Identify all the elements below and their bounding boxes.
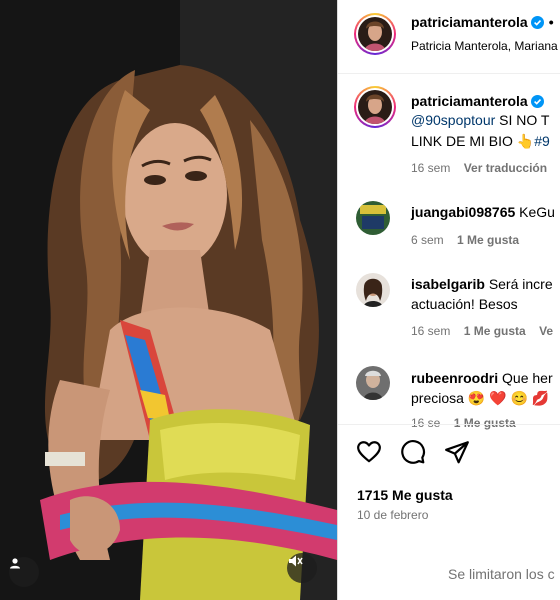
comment-meta: 16 sem 1 Me gusta Ve bbox=[411, 324, 553, 338]
comment-text-line-2: preciosa 😍 ❤️ 😊 💋 bbox=[411, 390, 550, 406]
heart-icon bbox=[357, 441, 381, 463]
caption-avatar-image bbox=[358, 90, 392, 124]
post-photo[interactable] bbox=[0, 0, 337, 600]
caption-author-avatar[interactable] bbox=[354, 86, 396, 128]
pointing-up-emoji: 👆 bbox=[516, 133, 535, 149]
author-avatar-image bbox=[358, 17, 392, 51]
comment-reply-button[interactable]: Ve bbox=[539, 324, 553, 338]
post-date[interactable]: 10 de febrero bbox=[357, 508, 428, 522]
caption-meta: 16 sem Ver traducción bbox=[411, 161, 547, 175]
caption-username[interactable]: patriciamanterola bbox=[411, 93, 528, 109]
header-author-line: patriciamanterola • bbox=[411, 14, 554, 32]
caption-time[interactable]: 16 sem bbox=[411, 161, 450, 175]
comment-avatar-image bbox=[356, 273, 390, 307]
post-side-panel: patriciamanterola • Patricia Manterola, M… bbox=[337, 0, 560, 600]
caption-hashtag-link[interactable]: #9 bbox=[534, 133, 550, 149]
header-tagged-people[interactable]: Patricia Manterola, Mariana bbox=[411, 37, 558, 56]
caption-text: SI NO T bbox=[495, 112, 550, 128]
comment-line: isabelgarib Será incre bbox=[411, 275, 553, 294]
like-button[interactable] bbox=[356, 439, 382, 470]
share-button[interactable] bbox=[444, 439, 470, 470]
comment-username[interactable]: rubeenroodri bbox=[411, 370, 498, 386]
comment-avatar-image bbox=[356, 201, 390, 235]
comment-avatar[interactable] bbox=[356, 201, 390, 235]
comment-line: juangabi098765 KeGu bbox=[411, 203, 555, 222]
comment-username[interactable]: isabelgarib bbox=[411, 276, 485, 292]
verified-badge-icon bbox=[530, 16, 544, 29]
caption-line-1: patriciamanterola bbox=[411, 92, 544, 111]
translate-button[interactable]: Ver traducción bbox=[464, 161, 547, 175]
comment-likes[interactable]: 1 Me gusta bbox=[457, 233, 519, 247]
header-username[interactable]: patriciamanterola bbox=[411, 14, 528, 30]
muted-speaker-icon bbox=[289, 555, 303, 567]
share-icon bbox=[445, 441, 469, 464]
comment-text-line-2: actuación! Besos bbox=[411, 296, 518, 312]
caption-line-2: @90spoptour SI NO T bbox=[411, 111, 549, 130]
comment-time[interactable]: 6 sem bbox=[411, 233, 444, 247]
tagged-users-button[interactable] bbox=[9, 557, 39, 587]
header-dot: • bbox=[548, 14, 554, 30]
user-tag-icon bbox=[10, 558, 20, 569]
post-header: patriciamanterola • Patricia Manterola, M… bbox=[338, 0, 560, 74]
caption-line-3: LINK DE MI BIO 👆#9 bbox=[411, 132, 550, 151]
comments-limited-notice: Se limitaron los c bbox=[448, 566, 555, 582]
caption-text-2: LINK DE MI BIO bbox=[411, 133, 517, 149]
post-photo-illustration bbox=[0, 0, 337, 600]
comment-avatar[interactable] bbox=[356, 273, 390, 307]
post-actions-section: 1715 Me gusta 10 de febrero Se limitaron… bbox=[338, 424, 560, 600]
comment-text: Será incre bbox=[488, 276, 553, 292]
comment-line: rubeenroodri Que her bbox=[411, 369, 553, 388]
mute-button[interactable] bbox=[287, 553, 317, 583]
comment-text: Que her bbox=[502, 370, 553, 386]
comment-time[interactable]: 16 sem bbox=[411, 324, 450, 338]
caption-mention-link[interactable]: @90spoptour bbox=[411, 112, 495, 128]
likes-count[interactable]: 1715 Me gusta bbox=[357, 487, 453, 503]
comment-icon bbox=[401, 440, 426, 464]
comment-avatar[interactable] bbox=[356, 366, 390, 400]
author-avatar[interactable] bbox=[354, 13, 396, 55]
comment-username[interactable]: juangabi098765 bbox=[411, 204, 515, 220]
comment-likes[interactable]: 1 Me gusta bbox=[464, 324, 526, 338]
comment-meta: 6 sem 1 Me gusta bbox=[411, 233, 519, 247]
verified-badge-icon bbox=[530, 95, 544, 108]
comment-button[interactable] bbox=[400, 439, 426, 470]
comment-avatar-image bbox=[356, 366, 390, 400]
comment-text: KeGu bbox=[519, 204, 555, 220]
